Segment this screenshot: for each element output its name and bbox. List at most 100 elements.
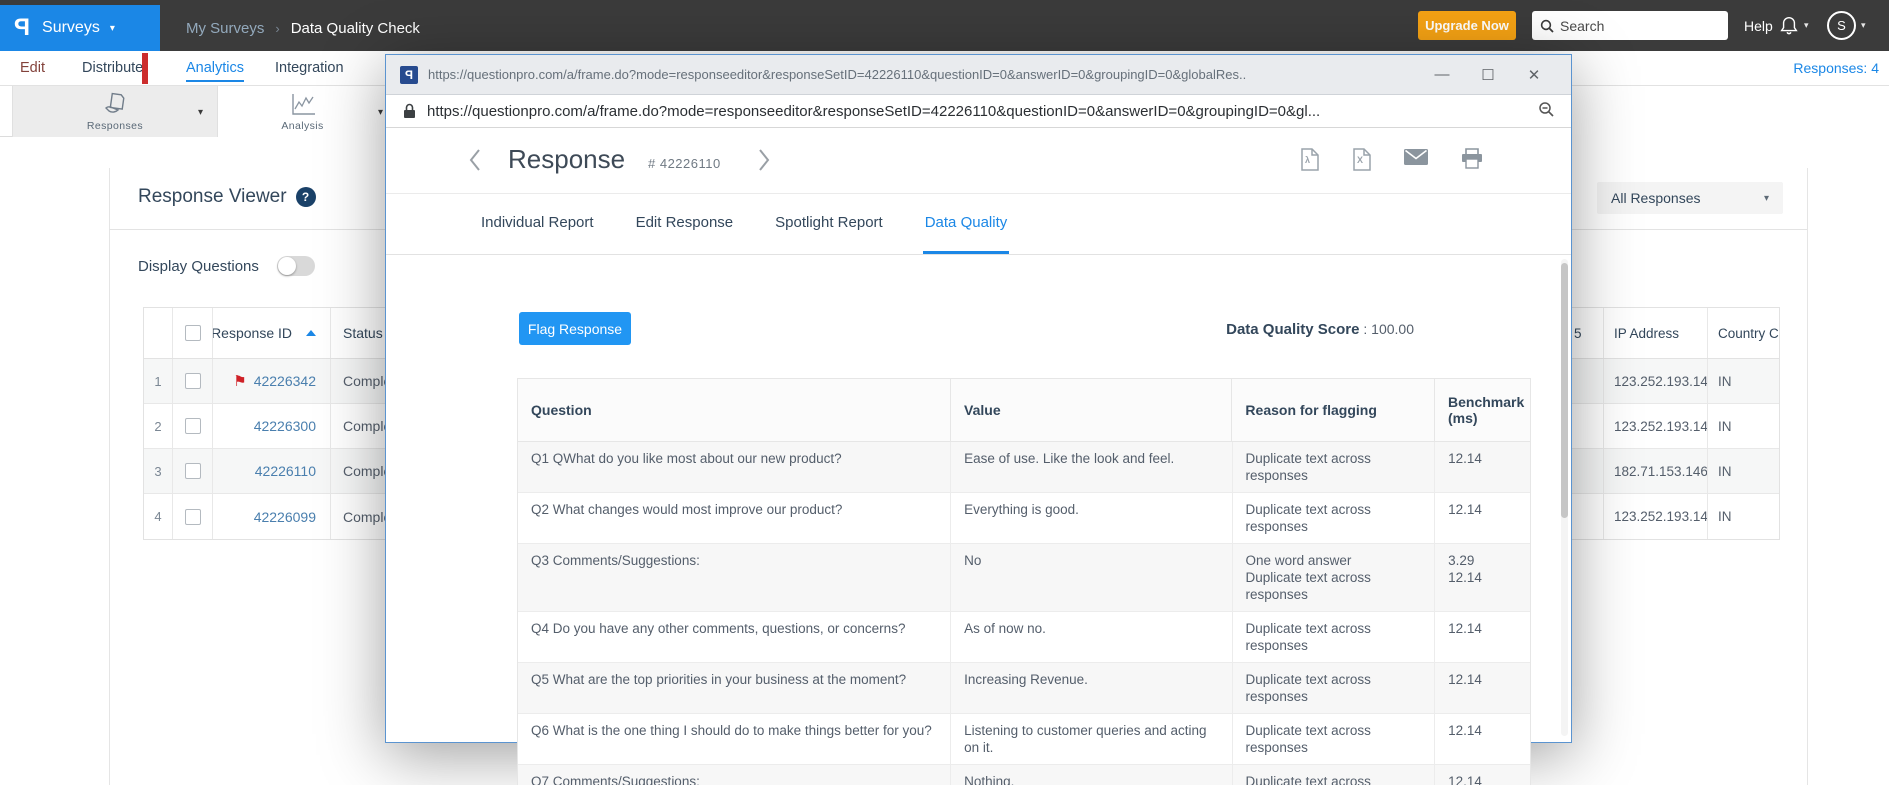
product-switcher[interactable]: P Surveys ▾ — [0, 5, 160, 51]
breadcrumb-my-surveys[interactable]: My Surveys — [186, 20, 264, 37]
reason-cell: Duplicate text across responses — [1233, 493, 1436, 543]
brand-label: Surveys — [42, 19, 100, 37]
export-excel-icon[interactable]: X — [1352, 148, 1371, 176]
table-body: 123.252.193.148 IN 123.252.193.148 IN 18… — [1566, 359, 1779, 539]
ip-address-cell: 123.252.193.148 — [1604, 494, 1708, 539]
benchmark-cell: 12.14 — [1435, 612, 1530, 662]
chevron-down-icon: ▾ — [1861, 20, 1866, 31]
next-response-button[interactable] — [758, 148, 771, 177]
question-cell: Q3 Comments/Suggestions: — [518, 544, 951, 611]
response-filter-select[interactable]: All Responses ▾ — [1597, 182, 1783, 214]
response-id-link[interactable]: 42226110 — [255, 463, 316, 479]
card-right-border — [1807, 168, 1808, 785]
row-checkbox[interactable] — [185, 373, 201, 389]
country-code-cell: IN — [1708, 404, 1779, 448]
card-left-border — [109, 168, 110, 785]
question-header: Question — [518, 379, 951, 441]
dq-table-row: Q5 What are the top priorities in your b… — [518, 663, 1530, 714]
dq-table-row: Q2 What changes would most improve our p… — [518, 493, 1530, 544]
response-id-cell: ⚑42226342 — [213, 359, 331, 403]
help-link[interactable]: Help — [1744, 0, 1773, 51]
toggle-knob — [278, 257, 296, 275]
zoom-icon[interactable] — [1538, 101, 1554, 122]
tab-individual-report[interactable]: Individual Report — [479, 194, 596, 254]
print-icon[interactable] — [1461, 148, 1483, 176]
search-icon — [1540, 19, 1554, 33]
table-header-row: 5 IP Address Country Code — [1566, 308, 1779, 359]
help-icon[interactable]: ? — [296, 187, 316, 207]
nav-item-analytics[interactable]: Analytics — [186, 51, 244, 85]
value-cell: Listening to customer queries and acting… — [951, 714, 1232, 764]
row-checkbox[interactable] — [185, 418, 201, 434]
toolbar-tab-analysis[interactable]: ▾ Analysis — [218, 86, 388, 137]
country-code-cell: IN — [1708, 494, 1779, 539]
response-id-link[interactable]: 42226300 — [254, 418, 316, 434]
analysis-chart-icon — [288, 91, 318, 122]
scrollbar-thumb[interactable] — [1561, 263, 1568, 518]
dq-header-row: Question Value Reason for flagging Bench… — [518, 379, 1530, 442]
question-cell: Q1 QWhat do you like most about our new … — [518, 442, 951, 492]
dq-table-row: Q4 Do you have any other comments, quest… — [518, 612, 1530, 663]
window-title-text: https://questionpro.com/a/frame.do?mode=… — [428, 67, 1419, 82]
response-id-cell: 42226099 — [213, 494, 331, 539]
upgrade-now-button[interactable]: Upgrade Now — [1418, 11, 1516, 40]
responses-document-icon — [101, 91, 129, 122]
country-code-cell: IN — [1708, 449, 1779, 493]
display-questions-toggle[interactable] — [277, 256, 315, 276]
benchmark-cell: 12.14 — [1435, 765, 1530, 785]
tab-data-quality[interactable]: Data Quality — [923, 194, 1010, 254]
export-pdf-icon[interactable]: λ — [1300, 148, 1319, 176]
chevron-down-icon: ▾ — [1764, 193, 1769, 204]
table-row: 123.252.193.148 IN — [1566, 494, 1779, 539]
notifications-menu[interactable]: ▾ — [1779, 0, 1809, 51]
response-tabs: Individual Report Edit Response Spotligh… — [386, 194, 1571, 255]
ip-address-header: IP Address — [1604, 308, 1708, 358]
reason-cell: Duplicate text across responses — [1233, 442, 1436, 492]
row-checkbox[interactable] — [185, 509, 201, 525]
response-header: Response # 42226110 λ X — [386, 128, 1571, 194]
previous-response-button[interactable] — [468, 148, 481, 177]
maximize-button[interactable]: ☐ — [1465, 66, 1511, 84]
dq-table-row: Q6 What is the one thing I should do to … — [518, 714, 1530, 765]
reason-cell: Duplicate text across responses — [1233, 714, 1436, 764]
email-icon[interactable] — [1404, 148, 1428, 176]
row-checkbox[interactable] — [185, 463, 201, 479]
question-cell: Q7 Comments/Suggestions: — [518, 765, 951, 785]
toolbar-tab-responses[interactable]: ▾ Responses — [12, 86, 218, 137]
nav-item-edit[interactable]: Edit — [20, 51, 45, 85]
address-bar[interactable]: https://questionpro.com/a/frame.do?mode=… — [386, 95, 1571, 128]
top-bar: P Surveys ▾ My Surveys › Data Quality Ch… — [0, 0, 1889, 51]
close-button[interactable]: ✕ — [1511, 66, 1557, 84]
app-root: P Surveys ▾ My Surveys › Data Quality Ch… — [0, 0, 1889, 785]
data-quality-table: Question Value Reason for flagging Bench… — [517, 378, 1531, 785]
flag-response-button[interactable]: Flag Response — [519, 312, 631, 345]
chevron-down-icon: ▾ — [378, 107, 383, 118]
select-all-checkbox[interactable] — [185, 325, 201, 341]
breadcrumb: My Surveys › Data Quality Check — [186, 5, 420, 51]
row-number: 3 — [144, 449, 173, 493]
minimize-button[interactable]: — — [1419, 66, 1465, 83]
nav-item-integration[interactable]: Integration — [275, 51, 344, 85]
window-title-bar[interactable]: P https://questionpro.com/a/frame.do?mod… — [386, 55, 1571, 95]
reason-cell: Duplicate text across responses — [1233, 663, 1436, 713]
response-id-header[interactable]: Response ID — [213, 308, 331, 358]
red-indicator — [142, 53, 148, 84]
response-id-cell: 42226110 — [213, 449, 331, 493]
benchmark-cell: 12.14 — [1435, 714, 1530, 764]
tab-edit-response[interactable]: Edit Response — [634, 194, 736, 254]
global-search[interactable] — [1532, 11, 1728, 40]
reason-cell: One word answer Duplicate text across re… — [1233, 544, 1436, 611]
breadcrumb-separator-icon: › — [275, 21, 279, 36]
account-menu[interactable]: S ▾ — [1827, 0, 1866, 51]
value-cell: No — [951, 544, 1232, 611]
row-checkbox-cell — [173, 494, 213, 539]
tab-spotlight-report[interactable]: Spotlight Report — [773, 194, 885, 254]
response-id-link[interactable]: 42226342 — [254, 373, 316, 389]
response-id-link[interactable]: 42226099 — [254, 509, 316, 525]
nav-item-distribute[interactable]: Distribute — [82, 51, 143, 85]
value-header: Value — [951, 379, 1232, 441]
export-actions: λ X — [1300, 148, 1483, 176]
search-input[interactable] — [1560, 18, 1710, 34]
display-questions-row: Display Questions — [138, 256, 315, 276]
address-url: https://questionpro.com/a/frame.do?mode=… — [427, 103, 1538, 120]
